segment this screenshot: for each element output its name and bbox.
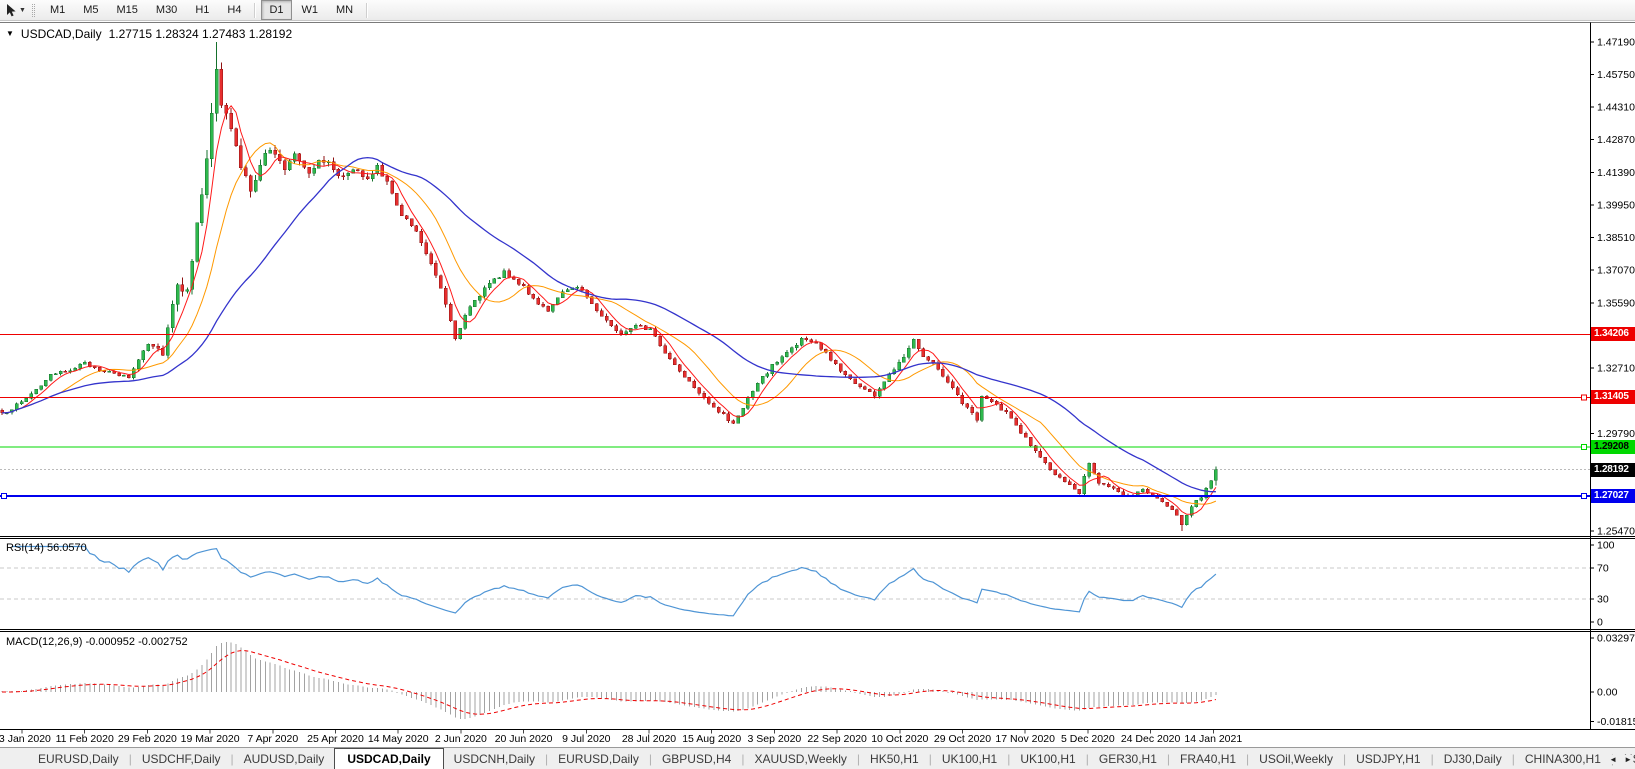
svg-text:20 Jun 2020: 20 Jun 2020 <box>495 733 553 745</box>
svg-text:70: 70 <box>1597 563 1609 575</box>
chart-tab-CHINA300H1[interactable]: CHINA300,H1 <box>1515 748 1611 769</box>
chart-tab-HK50H1[interactable]: HK50,H1 <box>860 748 929 769</box>
svg-text:10 Oct 2020: 10 Oct 2020 <box>871 733 928 745</box>
chart-tab-USOilWeekly[interactable]: USOil,Weekly <box>1249 748 1343 769</box>
chart-tabs-bar: EURUSD,Daily | USDCHF,Daily | AUDUSD,Daily US… <box>0 747 1635 769</box>
price-level-badge-1.31405: 1.31405 <box>1591 390 1635 404</box>
chart-tab-USDJPYH1[interactable]: USDJPY,H1 <box>1346 748 1430 769</box>
svg-text:3 Sep 2020: 3 Sep 2020 <box>748 733 802 745</box>
line-handle <box>1581 443 1587 450</box>
svg-text:1.44310: 1.44310 <box>1597 101 1635 113</box>
timeframe-button-W1[interactable]: W1 <box>294 0 327 20</box>
timeframe-buttons: M1 M5 M15 M30 H1 H4 D1 W1 MN <box>41 0 372 20</box>
svg-text:22 Sep 2020: 22 Sep 2020 <box>807 733 867 745</box>
price-level-badge-1.34206: 1.34206 <box>1591 327 1635 341</box>
chart-canvas[interactable]: 1.47190 1.45750 1.44310 1.42870 1.41390 1.399… <box>0 0 1635 769</box>
svg-text:14 May 2020: 14 May 2020 <box>368 733 429 745</box>
svg-text:100: 100 <box>1597 540 1615 552</box>
macd-indicator-label: MACD(12,26,9) -0.000952 -0.002752 <box>6 636 188 648</box>
chart-tab-USDCNHDaily[interactable]: USDCNH,Daily <box>444 748 545 769</box>
svg-text:0.032972: 0.032972 <box>1597 633 1635 645</box>
chart-tabs: EURUSD,Daily | USDCHF,Daily | AUDUSD,Daily US… <box>28 748 1635 769</box>
timeframe-button-M15[interactable]: M15 <box>109 0 146 20</box>
svg-text:17 Nov 2020: 17 Nov 2020 <box>995 733 1055 745</box>
collapse-caret-icon[interactable]: ▼ <box>6 29 14 38</box>
ohlc-values: 1.27715 1.28324 1.27483 1.28192 <box>108 27 293 41</box>
toolbar-separator <box>254 2 257 18</box>
tab-scroll-left-icon[interactable]: ◄ <box>1609 755 1617 764</box>
line-handle <box>1 492 7 499</box>
svg-text:0: 0 <box>1597 617 1603 629</box>
line-handle <box>1581 492 1587 499</box>
svg-text:11 Feb 2020: 11 Feb 2020 <box>56 733 114 745</box>
svg-text:15 Aug 2020: 15 Aug 2020 <box>682 733 741 745</box>
timeframe-button-MN[interactable]: MN <box>328 0 361 20</box>
svg-text:29 Oct 2020: 29 Oct 2020 <box>934 733 991 745</box>
chart-tab-EURUSDDaily[interactable]: EURUSD,Daily <box>28 748 129 769</box>
line-handle <box>1581 394 1587 401</box>
timeframe-button-H1[interactable]: H1 <box>187 0 217 20</box>
current-price-badge: 1.28192 <box>1591 463 1635 477</box>
svg-text:1.47190: 1.47190 <box>1597 37 1635 49</box>
svg-text:14 Jan 2021: 14 Jan 2021 <box>1184 733 1242 745</box>
svg-text:28 Jul 2020: 28 Jul 2020 <box>622 733 676 745</box>
svg-text:1.35590: 1.35590 <box>1597 298 1635 310</box>
svg-text:1.25470: 1.25470 <box>1597 526 1635 538</box>
trading-app-window: { "toolbar": { "dropdown_caret": "▼", "t… <box>0 0 1635 769</box>
svg-text:9 Jul 2020: 9 Jul 2020 <box>562 733 611 745</box>
svg-text:5 Dec 2020: 5 Dec 2020 <box>1061 733 1115 745</box>
toolbar-grip[interactable] <box>31 3 35 17</box>
chart-title: ▼ USDCAD,Daily 1.27715 1.28324 1.27483 1… <box>6 27 292 41</box>
svg-text:1.37070: 1.37070 <box>1597 264 1635 276</box>
toolbar-dropdown-caret-icon[interactable]: ▼ <box>19 7 26 14</box>
svg-text:25 Apr 2020: 25 Apr 2020 <box>307 733 364 745</box>
chart-tab-GER30H1[interactable]: GER30,H1 <box>1089 748 1167 769</box>
tab-scroll-right-icon[interactable]: ► <box>1624 755 1632 764</box>
svg-text:1.42870: 1.42870 <box>1597 134 1635 146</box>
symbol-period-label: USDCAD,Daily <box>20 27 102 41</box>
timeframe-button-M5[interactable]: M5 <box>75 0 106 20</box>
toolbar: ▼ M1 M5 M15 M30 H1 H4 D1 W1 MN <box>0 0 1635 21</box>
chart-tab-AUDUSDDaily[interactable]: AUDUSD,Daily <box>234 748 335 769</box>
chart-tab-DJ30Daily[interactable]: DJ30,Daily <box>1434 748 1512 769</box>
chart-tab-UK100H1[interactable]: UK100,H1 <box>932 748 1007 769</box>
chart-tab-FRA40H1[interactable]: FRA40,H1 <box>1170 748 1246 769</box>
price-level-badge-1.27027: 1.27027 <box>1591 489 1635 503</box>
price-level-badge-1.29208: 1.29208 <box>1591 440 1635 454</box>
svg-text:19 Mar 2020: 19 Mar 2020 <box>181 733 240 745</box>
svg-text:2 Jun 2020: 2 Jun 2020 <box>435 733 487 745</box>
svg-text:29 Feb 2020: 29 Feb 2020 <box>118 733 177 745</box>
toolbar-separator <box>366 2 369 18</box>
svg-text:24 Dec 2020: 24 Dec 2020 <box>1121 733 1181 745</box>
chart-tab-UK100H1[interactable]: UK100,H1 <box>1010 748 1085 769</box>
svg-text:1.29790: 1.29790 <box>1597 428 1635 440</box>
timeframe-button-H4[interactable]: H4 <box>219 0 249 20</box>
timeframe-button-M1[interactable]: M1 <box>42 0 73 20</box>
svg-text:23 Jan 2020: 23 Jan 2020 <box>0 733 51 745</box>
svg-text:0.00: 0.00 <box>1597 687 1618 699</box>
chart-tab-GBPUSDH4[interactable]: GBPUSD,H4 <box>652 748 741 769</box>
tab-scroll-controls: ◄ ► <box>1604 755 1632 764</box>
svg-text:1.39950: 1.39950 <box>1597 200 1635 212</box>
chart-tab-XAUUSDWeekly[interactable]: XAUUSD,Weekly <box>744 748 856 769</box>
cursor-tool-icon[interactable] <box>6 3 17 17</box>
svg-text:1.38510: 1.38510 <box>1597 232 1635 244</box>
svg-text:1.32710: 1.32710 <box>1597 363 1635 375</box>
timeframe-button-M30[interactable]: M30 <box>148 0 185 20</box>
timeframe-button-D1[interactable]: D1 <box>261 0 292 20</box>
svg-text:30: 30 <box>1597 593 1609 605</box>
svg-text:7 Apr 2020: 7 Apr 2020 <box>247 733 298 745</box>
svg-text:1.41390: 1.41390 <box>1597 167 1635 179</box>
chart-tab-EURUSDDaily[interactable]: EURUSD,Daily <box>548 748 649 769</box>
chart-tab-USDCADDaily[interactable]: USDCAD,Daily <box>334 748 444 769</box>
chart-tab-USDCHFDaily[interactable]: USDCHF,Daily <box>132 748 231 769</box>
svg-text:1.45750: 1.45750 <box>1597 69 1635 81</box>
rsi-indicator-label: RSI(14) 56.0570 <box>6 542 87 554</box>
svg-text:-0.018154: -0.018154 <box>1597 716 1635 728</box>
